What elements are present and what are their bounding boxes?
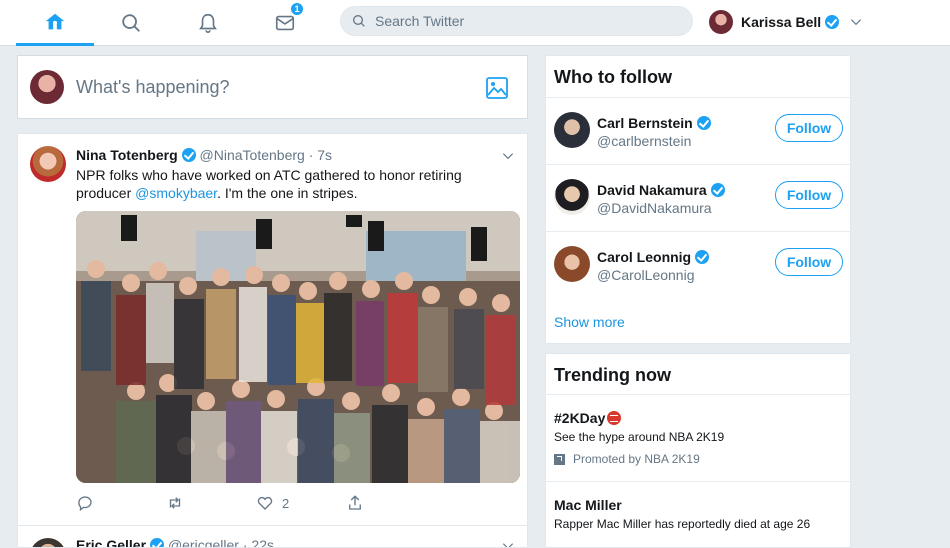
avatar[interactable] [30, 538, 66, 547]
envelope-icon [275, 15, 295, 31]
search-input[interactable] [375, 13, 675, 29]
suggestion-handle: @carlbernstein [597, 133, 692, 149]
tweet-text-part: . I'm the one in stripes. [217, 185, 358, 201]
avatar[interactable] [30, 146, 66, 182]
avatar[interactable] [554, 246, 590, 282]
like-button[interactable]: 2 [256, 492, 289, 514]
tweet-timestamp[interactable]: 7s [317, 147, 332, 163]
verified-icon [695, 250, 710, 264]
tweet-photo[interactable] [76, 211, 520, 483]
verified-icon [710, 183, 725, 197]
trend-item[interactable]: #2KDay See the hype around NBA 2K19 Prom… [546, 394, 850, 481]
suggestion-name[interactable]: Carol Leonnig [597, 249, 710, 265]
avatar [30, 70, 64, 104]
suggestion-name[interactable]: Carl Bernstein [597, 115, 711, 131]
heart-icon [257, 496, 273, 510]
separator-dot: · [308, 147, 314, 163]
tweet-text: NPR folks who have worked on ATC gathere… [76, 166, 516, 202]
search-icon [122, 14, 140, 32]
bell-icon [199, 13, 217, 33]
tweet-timestamp[interactable]: 22s [251, 537, 274, 547]
trend-name[interactable]: Mac Miller [554, 497, 622, 513]
account-menu[interactable]: Karissa Bell [709, 8, 863, 36]
retweet-button[interactable] [166, 492, 184, 514]
panel-title: Trending now [554, 365, 671, 385]
verified-icon [696, 116, 711, 130]
tweet-handle[interactable]: @NinaTotenberg [200, 147, 305, 163]
verified-icon [150, 538, 165, 547]
image-icon[interactable] [485, 76, 509, 100]
who-to-follow-panel: Who to follow Carl Bernstein @carlbernst… [545, 55, 851, 344]
nav-home-tab[interactable] [16, 0, 94, 46]
top-navigation-bar: 1 Karissa Bell [0, 0, 950, 46]
reply-button[interactable] [76, 492, 94, 514]
tweet-header: Eric Geller @ericgeller · 22s [76, 537, 274, 548]
basketball-emoji-icon [607, 411, 622, 425]
nav-explore-tab[interactable] [92, 0, 170, 46]
retweet-icon [169, 497, 181, 509]
avatar[interactable] [554, 179, 590, 215]
follow-suggestion[interactable]: Carol Leonnig @CarolLeonnig Follow [546, 231, 850, 298]
chevron-down-icon[interactable] [501, 149, 515, 163]
mention-link[interactable]: @smokybaer [135, 185, 217, 201]
account-name: Karissa Bell [741, 14, 822, 30]
suggestion-handle: @CarolLeonnig [597, 267, 695, 283]
follow-suggestion[interactable]: David Nakamura @DavidNakamura Follow [546, 164, 850, 231]
separator-dot: · [242, 537, 248, 548]
tweet[interactable]: Nina Totenberg @NinaTotenberg · 7s NPR f… [18, 134, 527, 526]
tweet-author-name[interactable]: Eric Geller [76, 537, 146, 547]
nav-messages-tab[interactable]: 1 [246, 0, 324, 46]
tweet-handle[interactable]: @ericgeller [168, 537, 239, 547]
trend-item[interactable]: Mac Miller Rapper Mac Miller has reporte… [546, 481, 850, 547]
verified-icon [825, 15, 840, 29]
group-photo-image [76, 211, 520, 483]
trend-description: See the hype around NBA 2K19 [554, 430, 725, 444]
avatar[interactable] [554, 112, 590, 148]
share-button[interactable] [346, 492, 364, 514]
follow-button[interactable]: Follow [775, 248, 843, 276]
chevron-down-icon[interactable] [501, 539, 515, 548]
timeline: Nina Totenberg @NinaTotenberg · 7s NPR f… [17, 133, 528, 548]
trend-name[interactable]: #2KDay [554, 410, 622, 426]
trending-panel: Trending now #2KDay See the hype around … [545, 353, 851, 548]
reply-icon [78, 496, 92, 512]
tweet-actions: 2 [76, 492, 516, 514]
messages-badge: 1 [290, 2, 304, 16]
trend-description: Rapper Mac Miller has reportedly died at… [554, 517, 811, 531]
verified-icon [181, 148, 196, 162]
suggestion-name[interactable]: David Nakamura [597, 182, 725, 198]
tweet-author-name[interactable]: Nina Totenberg [76, 147, 178, 163]
tweet[interactable]: Eric Geller @ericgeller · 22s [18, 526, 527, 548]
compose-placeholder: What's happening? [76, 76, 230, 97]
search-box[interactable] [340, 6, 693, 36]
chevron-down-icon [851, 19, 862, 26]
follow-button[interactable]: Follow [775, 114, 843, 142]
tweet-header: Nina Totenberg @NinaTotenberg · 7s [76, 147, 332, 163]
promoted-icon [554, 453, 565, 465]
share-icon [349, 495, 361, 510]
follow-button[interactable]: Follow [775, 181, 843, 209]
compose-box[interactable]: What's happening? [17, 55, 528, 119]
avatar [709, 10, 733, 34]
follow-suggestion[interactable]: Carl Bernstein @carlbernstein Follow [546, 97, 850, 164]
show-more-link[interactable]: Show more [554, 314, 625, 330]
nav-notifications-tab[interactable] [169, 0, 247, 46]
promoted-label: Promoted by NBA 2K19 [554, 452, 700, 466]
panel-title: Who to follow [554, 67, 672, 87]
home-icon [45, 13, 65, 29]
search-icon [353, 15, 365, 27]
suggestion-handle: @DavidNakamura [597, 200, 712, 216]
like-count: 2 [282, 495, 290, 511]
